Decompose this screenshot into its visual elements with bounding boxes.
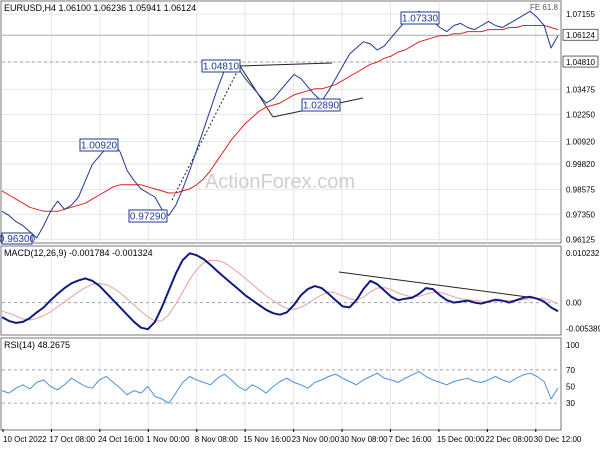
- corner-label: FE 61.8: [530, 3, 559, 12]
- main-y-tick: 0.96125: [566, 235, 595, 244]
- x-tick-label: 23 Nov 00:00: [292, 435, 340, 444]
- main-y-tick: 1.00920: [566, 137, 595, 146]
- annotation-swing-high-label: 1.00920: [81, 141, 118, 152]
- x-tick-label: 7 Dec 16:00: [388, 435, 432, 444]
- x-tick-label: 30 Nov 08:00: [340, 435, 388, 444]
- rsi-y-tick: 100: [566, 341, 580, 350]
- rsi-lines: [1, 371, 559, 404]
- x-tick-label: 15 Nov 16:00: [243, 435, 291, 444]
- y-axis-labels: 1.07155 1.06124 1.04810 1.03475 1.02250 1.009…: [562, 10, 600, 408]
- trendline-macd: [338, 271, 536, 299]
- rsi-y-tick: 50: [566, 383, 575, 392]
- main-y-tick: 0.97350: [566, 210, 595, 219]
- annotation-start: 0.96300: [0, 232, 36, 245]
- rsi-panel-frame: [0, 337, 562, 431]
- main-lines: [1, 10, 559, 239]
- x-axis-labels: 10 Oct 2022 17 Oct 08:00 24 Oct 16:00 1 Nov…: [2, 429, 582, 444]
- macd-y-tick: -0.005389: [566, 325, 600, 334]
- macd-line: [1, 252, 559, 331]
- x-tick-label: 1 Nov 00:00: [146, 435, 190, 444]
- x-tick-label: 10 Oct 2022: [3, 435, 47, 444]
- annotation-swing-low: 0.97290: [128, 209, 168, 223]
- signal-line: [1, 259, 559, 322]
- main-y-tick: 1.02250: [566, 110, 595, 119]
- macd-y-tick: 0.00: [566, 299, 582, 308]
- chart-canvas: ActionForex.com 1.07330 1.04810 1.02890 …: [0, 0, 600, 450]
- annotation-mid-low-label: 1.02890: [303, 101, 340, 112]
- rsi-panel-title: RSI(14) 48.2675: [4, 340, 70, 350]
- rsi-y-tick: 30: [566, 399, 575, 408]
- macd-panel-title: MACD(12,26,9) -0.001784 -0.001324: [4, 248, 153, 258]
- main-y-tick: 1.07155: [566, 10, 595, 19]
- annotation-high: 1.07330: [400, 11, 440, 25]
- x-tick-label: 17 Oct 08:00: [49, 435, 95, 444]
- main-panel-title: EURUSD,H4 1.06100 1.06236 1.05941 1.0612…: [4, 3, 196, 13]
- annotation-swing-high: 1.00920: [79, 138, 119, 152]
- rsi-line: [1, 371, 559, 404]
- chart-svg: ActionForex.com 1.07330 1.04810 1.02890 …: [0, 0, 600, 444]
- rsi-y-tick: 70: [566, 366, 575, 375]
- main-panel-frame: [0, 0, 562, 244]
- annotation-start-label: 0.96300: [0, 234, 36, 245]
- x-tick-label: 24 Oct 16:00: [98, 435, 144, 444]
- annotation-mid-high: 1.04810: [201, 59, 241, 73]
- price-line: [1, 10, 559, 239]
- main-grid: [2, 2, 560, 243]
- x-tick-label: 15 Dec 00:00: [437, 435, 485, 444]
- main-y-tick: 1.03475: [566, 85, 595, 94]
- rsi-grid: [2, 339, 560, 429]
- watermark: ActionForex.com: [205, 171, 355, 193]
- main-y-tick: 1.06124: [566, 31, 595, 40]
- x-tick-label: 30 Dec 12:00: [534, 435, 582, 444]
- main-y-tick: 1.04810: [566, 58, 595, 67]
- main-y-tick: 0.99820: [566, 160, 595, 169]
- annotation-high-label: 1.07330: [402, 14, 439, 25]
- macd-lines: [1, 252, 559, 331]
- annotation-swing-low-label: 0.97290: [130, 212, 167, 223]
- macd-y-tick: 0.010232: [566, 249, 600, 258]
- annotation-mid-high-label: 1.04810: [203, 62, 240, 73]
- x-tick-label: 22 Dec 08:00: [485, 435, 533, 444]
- main-y-tick: 0.98575: [566, 185, 595, 194]
- x-tick-label: 8 Nov 08:00: [195, 435, 239, 444]
- trendline-upper: [239, 62, 333, 67]
- annotation-mid-low: 1.02890: [301, 98, 341, 112]
